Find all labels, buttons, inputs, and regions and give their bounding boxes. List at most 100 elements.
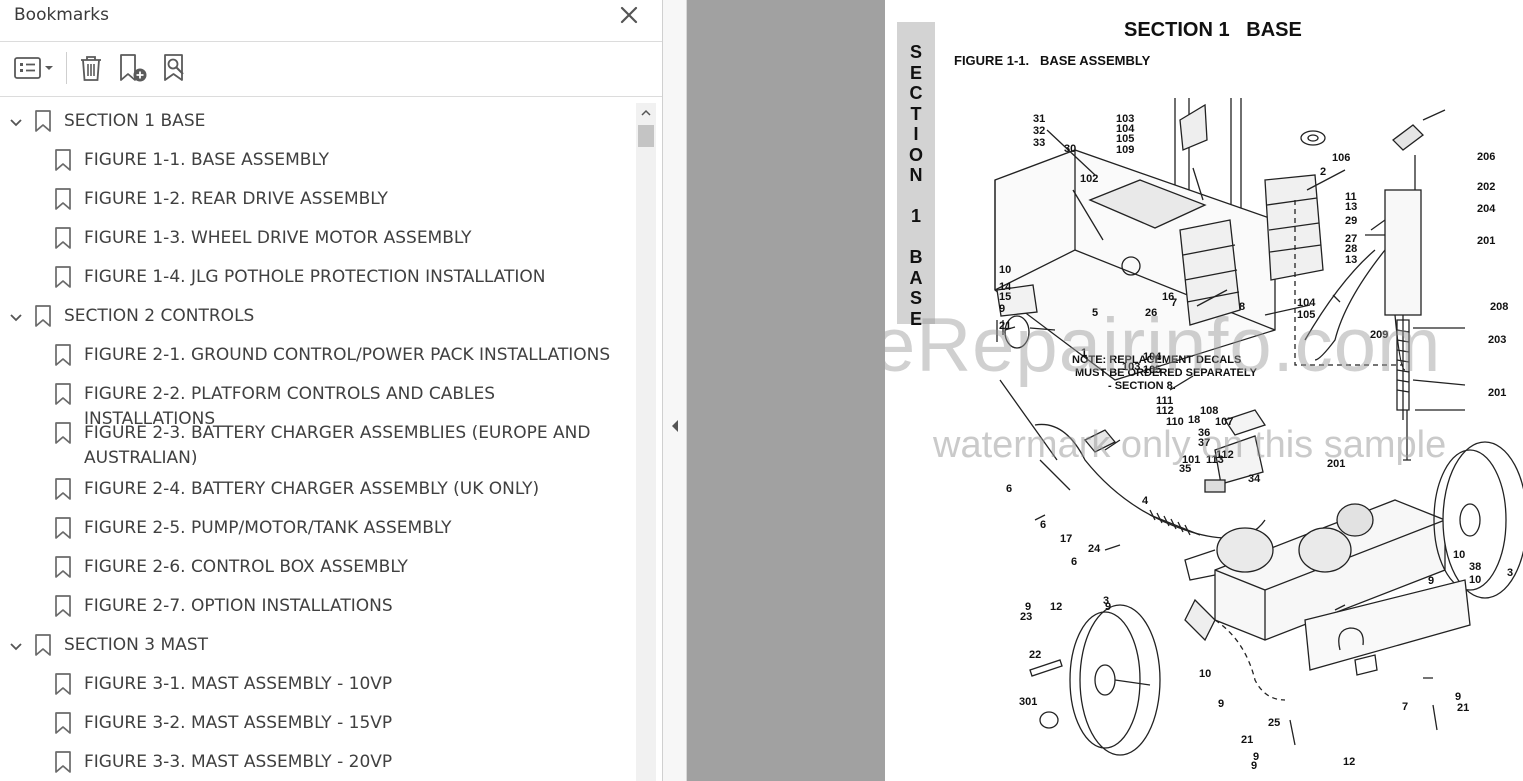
bookmark-label: FIGURE 2-4. BATTERY CHARGER ASSEMBLY (UK… <box>84 479 540 499</box>
part-callout: 106 <box>1332 152 1350 164</box>
bookmarks-panel: Bookmarks SECTION 1 BASE FIGURE 1-1. BAS… <box>0 0 663 781</box>
side-tab-letter <box>897 227 935 248</box>
part-callout: 2 <box>1320 166 1326 178</box>
bookmark-icon <box>55 227 71 249</box>
find-bookmark-button[interactable] <box>160 52 194 84</box>
bookmark-icon <box>55 188 71 210</box>
watermark-sub: watermark only on this sample <box>933 424 1447 466</box>
close-panel-button[interactable] <box>616 2 642 28</box>
find-bookmark-icon <box>164 54 184 81</box>
panel-header: Bookmarks <box>0 0 662 42</box>
part-callout: 21 <box>1457 702 1469 714</box>
side-tab-letter: T <box>910 103 922 124</box>
bookmark-icon <box>55 712 71 734</box>
bookmark-options-button[interactable] <box>12 52 58 84</box>
bookmark-label: FIGURE 1-4. JLG POTHOLE PROTECTION INSTA… <box>84 267 546 287</box>
bookmark-label: FIGURE 1-1. BASE ASSEMBLY <box>84 150 330 170</box>
bookmark-label: SECTION 3 MAST <box>64 635 208 655</box>
delete-bookmark-button[interactable] <box>76 52 106 84</box>
part-callout: 3 <box>1103 595 1109 607</box>
part-callout: 10 <box>1469 574 1481 586</box>
collapse-left-icon[interactable] <box>669 418 681 434</box>
bookmark-label: SECTION 2 CONTROLS <box>64 306 255 326</box>
part-callout: 32 <box>1033 125 1045 137</box>
section-side-tab: SECTION 1 BASE <box>897 22 935 329</box>
part-callout: 3 <box>1507 567 1513 579</box>
bookmark-label: FIGURE 3-3. MAST ASSEMBLY - 20VP <box>84 752 393 772</box>
bookmark-icon <box>55 556 71 578</box>
part-callout: 208 <box>1490 301 1508 313</box>
panel-splitter[interactable] <box>663 0 687 781</box>
chevron-down-icon[interactable] <box>8 115 24 131</box>
part-callout: 6 <box>1040 519 1046 531</box>
bookmark-label: FIGURE 2-5. PUMP/MOTOR/TANK ASSEMBLY <box>84 518 452 538</box>
chevron-up-icon <box>641 109 651 116</box>
bookmark-icon <box>55 266 71 288</box>
bookmark-icon <box>55 478 71 500</box>
part-callout: 109 <box>1116 144 1134 156</box>
close-icon <box>620 6 638 24</box>
side-tab-letter <box>897 186 935 207</box>
bookmark-icon <box>35 305 51 327</box>
side-tab-text: SECTION 1 BASE <box>897 42 935 329</box>
side-tab-letter: S <box>909 42 922 62</box>
side-tab-letter: E <box>909 62 922 83</box>
part-callout: 6 <box>1006 483 1012 495</box>
bookmark-label: FIGURE 1-3. WHEEL DRIVE MOTOR ASSEMBLY <box>84 228 472 248</box>
trash-icon <box>81 56 101 81</box>
bookmark-icon <box>35 110 51 132</box>
part-callout: 17 <box>1060 533 1072 545</box>
part-callout: 201 <box>1488 387 1506 399</box>
figure-title: FIGURE 1-1. BASE ASSEMBLY <box>954 53 1151 68</box>
scroll-up-button[interactable] <box>636 103 656 123</box>
side-tab-letter: A <box>909 267 923 288</box>
part-callout: 10 <box>1199 668 1211 680</box>
bookmark-label: FIGURE 2-7. OPTION INSTALLATIONS <box>84 596 393 616</box>
new-bookmark-icon <box>120 54 147 82</box>
part-callout: 10 <box>999 264 1011 276</box>
part-callout: 22 <box>1029 649 1041 661</box>
bookmark-icon <box>35 634 51 656</box>
chevron-down-icon[interactable] <box>8 310 24 326</box>
bookmark-icon <box>55 149 71 171</box>
part-callout: 33 <box>1033 137 1045 149</box>
bookmarks-scrollbar[interactable] <box>636 103 656 781</box>
bookmark-tree: SECTION 1 BASE FIGURE 1-1. BASE ASSEMBLY… <box>0 98 636 781</box>
add-bookmark-button[interactable] <box>116 52 150 84</box>
bookmark-icon <box>55 344 71 366</box>
side-tab-letter: O <box>908 144 923 165</box>
side-tab-letter: I <box>913 124 919 144</box>
part-callout: 24 <box>1088 543 1101 555</box>
watermark-main: eRepairinfo.com <box>885 303 1442 388</box>
part-callout: 38 <box>1469 561 1481 573</box>
bookmark-icon <box>55 383 71 405</box>
bookmark-label: FIGURE 3-2. MAST ASSEMBLY - 15VP <box>84 713 393 733</box>
bookmark-icon <box>55 751 71 773</box>
part-callout: 10 <box>1453 549 1465 561</box>
side-tab-letter: N <box>909 165 923 185</box>
part-callout: 12 <box>1343 756 1355 768</box>
bookmark-icon <box>55 517 71 539</box>
toolbar-separator <box>66 52 67 84</box>
part-callout: 6 <box>1071 556 1077 568</box>
part-callout: 9 <box>1218 698 1224 710</box>
side-tab-letter: 1 <box>910 206 921 226</box>
part-callout: 30 <box>1064 143 1076 155</box>
part-callout: 7 <box>1402 701 1408 713</box>
part-callout: 201 <box>1477 235 1495 247</box>
document-view[interactable]: SECTION 1 BASE SECTION 1 BASE FIGURE 1-1… <box>687 0 1523 781</box>
bookmark-label: FIGURE 3-1. MAST ASSEMBLY - 10VP <box>84 674 393 694</box>
part-callout: 9 <box>1428 575 1434 587</box>
part-callout: 29 <box>1345 215 1357 227</box>
part-callout: 9 <box>1251 760 1257 772</box>
side-tab-letter: B <box>909 247 923 267</box>
side-tab-letter: C <box>909 83 923 103</box>
part-callout: 21 <box>1241 734 1253 746</box>
panel-title: Bookmarks <box>14 5 109 25</box>
scroll-thumb[interactable] <box>638 125 654 147</box>
part-callout: 34 <box>1248 473 1261 485</box>
part-callout: 13 <box>1345 201 1357 213</box>
part-callout: 23 <box>1020 611 1032 623</box>
chevron-down-icon[interactable] <box>8 639 24 655</box>
part-callout: 12 <box>1050 601 1062 613</box>
